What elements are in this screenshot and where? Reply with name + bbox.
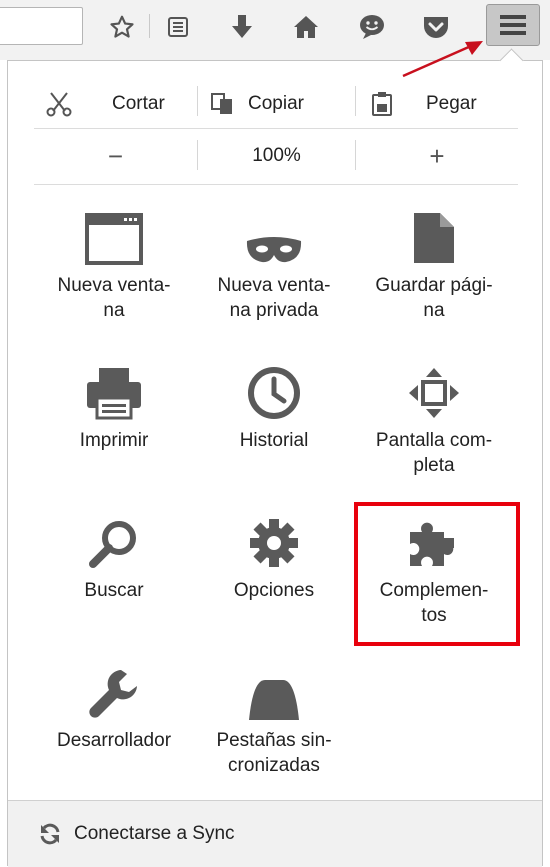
gear-icon: [250, 519, 298, 567]
wrench-icon: [89, 670, 137, 718]
clock-icon: [248, 367, 300, 419]
divider: [34, 184, 518, 185]
paste-button[interactable]: Pegar: [370, 80, 477, 128]
toolbar-separator: [149, 14, 150, 38]
history-label: Historial: [239, 430, 309, 451]
printer-icon: [87, 368, 141, 420]
print-label: Imprimir: [79, 430, 149, 451]
zoom-level-button[interactable]: 100%: [198, 132, 355, 180]
print-button[interactable]: Imprimir: [34, 360, 194, 453]
edit-separator: [355, 86, 356, 116]
zoom-in-button[interactable]: +: [356, 132, 518, 180]
save-page-label: Guardar pági- na: [375, 275, 493, 321]
divider: [34, 128, 518, 129]
fullscreen-label: Pantalla com- pleta: [375, 430, 493, 476]
copy-button[interactable]: Copiar: [210, 80, 304, 128]
fullscreen-button[interactable]: Pantalla com- pleta: [354, 360, 514, 478]
clipboard-icon: [372, 92, 392, 116]
reading-list-icon[interactable]: [160, 8, 196, 46]
copy-label: Copiar: [248, 93, 304, 114]
addons-highlight-box: [354, 502, 520, 646]
history-button[interactable]: Historial: [194, 360, 354, 453]
download-icon[interactable]: [224, 8, 260, 46]
edit-separator: [197, 86, 198, 116]
cut-label: Cortar: [112, 93, 165, 114]
new-window-icon: [85, 213, 143, 265]
fullscreen-icon: [409, 368, 459, 418]
scissors-icon: [46, 92, 72, 117]
synced-tabs-label: Pestañas sin- cronizadas: [216, 730, 332, 776]
save-page-icon: [414, 213, 454, 263]
private-window-button[interactable]: Nueva venta- na privada: [194, 205, 354, 323]
new-window-button[interactable]: Nueva venta- na: [34, 205, 194, 323]
cut-button[interactable]: Cortar: [46, 80, 165, 128]
paste-label: Pegar: [426, 93, 477, 114]
options-label: Opciones: [233, 580, 315, 601]
developer-button[interactable]: Desarrollador: [34, 660, 194, 753]
new-window-label: Nueva venta- na: [57, 275, 171, 321]
address-bar[interactable]: [0, 7, 83, 45]
sync-footer[interactable]: Conectarse a Sync: [8, 800, 542, 867]
copy-icon: [211, 93, 232, 114]
synced-tabs-icon: [249, 680, 299, 720]
zoom-out-button[interactable]: −: [34, 132, 197, 180]
developer-label: Desarrollador: [56, 730, 172, 751]
home-icon[interactable]: [288, 8, 324, 46]
mask-icon: [246, 237, 302, 263]
find-label: Buscar: [84, 580, 144, 601]
edit-controls: Cortar Copiar Pegar: [34, 80, 518, 128]
synced-tabs-button[interactable]: Pestañas sin- cronizadas: [194, 660, 354, 778]
options-button[interactable]: Opciones: [194, 510, 354, 603]
save-page-button[interactable]: Guardar pági- na: [354, 205, 514, 323]
private-window-label: Nueva venta- na privada: [217, 275, 331, 321]
zoom-controls: − 100% +: [34, 132, 518, 180]
chat-icon[interactable]: [354, 8, 390, 46]
find-button[interactable]: Buscar: [34, 510, 194, 603]
sync-icon: [40, 823, 60, 845]
hamburger-menu-icon: [500, 15, 526, 35]
star-icon[interactable]: [104, 8, 140, 46]
sync-label: Conectarse a Sync: [74, 823, 235, 844]
search-icon: [89, 521, 136, 568]
